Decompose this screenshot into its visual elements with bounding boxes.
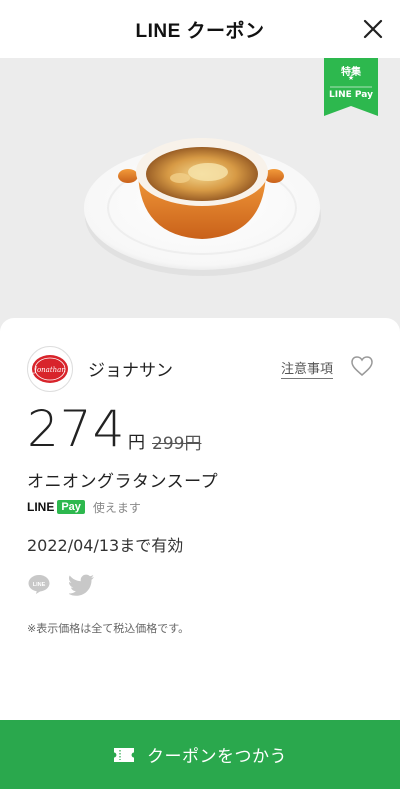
coupon-price: 274 (27, 400, 126, 458)
linepay-availability: LINE Pay 使えます (27, 499, 141, 515)
svg-text:LINE: LINE (33, 582, 46, 588)
use-coupon-label: クーポンをつかう (147, 747, 287, 767)
header-title: LINE クーポン (135, 20, 265, 42)
use-coupon-button[interactable]: クーポンをつかう (0, 720, 400, 789)
validity-date: 2022/04/13まで有効 (27, 536, 184, 555)
line-share-icon[interactable]: LINE (27, 573, 51, 595)
linepay-logo-line: LINE (27, 500, 55, 514)
product-hero-image: 特集 ★ LINE Pay (0, 58, 400, 333)
favorite-heart-icon[interactable] (350, 355, 374, 377)
svg-text:Jonathan: Jonathan (32, 366, 66, 374)
linepay-logo-pay: Pay (57, 500, 85, 514)
shop-name: ジョナサン (88, 361, 173, 381)
tax-note: ※表示価格は全て税込価格です。 (27, 622, 190, 635)
badge-linepay-label: LINE Pay (329, 90, 373, 100)
jonathans-logo-icon: Jonathan (32, 355, 68, 383)
original-price: 299円 (152, 434, 202, 454)
ticket-icon (114, 747, 134, 762)
close-icon[interactable] (362, 18, 384, 40)
linepay-usable-text: 使えます (92, 500, 141, 515)
price-yen-unit: 円 (128, 433, 145, 453)
feature-badge: 特集 ★ LINE Pay (324, 58, 378, 116)
notice-link[interactable]: 注意事項 (281, 358, 334, 379)
badge-star-icon: ★ (347, 74, 355, 82)
coupon-card: Jonathan ジョナサン 注意事項 274 円 299円 オニオングラタンス… (0, 318, 400, 720)
product-name: オニオングラタンスープ (27, 472, 219, 492)
twitter-icon[interactable] (69, 574, 95, 596)
shop-logo: Jonathan (27, 346, 73, 392)
app-header: LINE クーポン (0, 0, 400, 58)
